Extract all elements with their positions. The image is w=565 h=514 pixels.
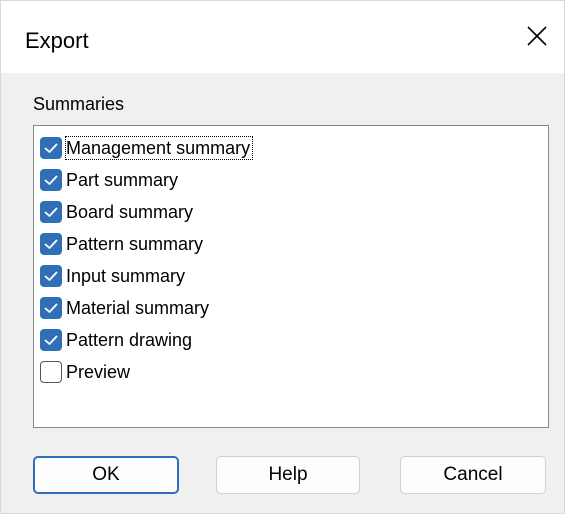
- checkbox[interactable]: [40, 265, 62, 287]
- list-item-label: Pattern summary: [66, 234, 204, 254]
- list-item-part-summary[interactable]: Part summary: [40, 165, 180, 195]
- cancel-button[interactable]: Cancel: [400, 456, 546, 494]
- list-item-label: Part summary: [66, 170, 179, 190]
- checkbox[interactable]: [40, 137, 62, 159]
- list-item-label: Input summary: [66, 266, 186, 286]
- list-item-label: Management summary: [64, 136, 254, 160]
- list-item-pattern-drawing[interactable]: Pattern drawing: [40, 325, 194, 355]
- ok-button[interactable]: OK: [33, 456, 179, 494]
- checkbox[interactable]: [40, 233, 62, 255]
- list-item-input-summary[interactable]: Input summary: [40, 261, 187, 291]
- list-item-label: Preview: [66, 362, 131, 382]
- checkbox[interactable]: [40, 329, 62, 351]
- list-item-pattern-summary[interactable]: Pattern summary: [40, 229, 205, 259]
- title-bar: Export: [1, 1, 564, 73]
- close-icon[interactable]: [524, 23, 550, 49]
- export-dialog: Export Summaries Management summary Part…: [0, 0, 565, 514]
- list-item-board-summary[interactable]: Board summary: [40, 197, 195, 227]
- dialog-title: Export: [25, 28, 89, 53]
- list-item-label: Board summary: [66, 202, 194, 222]
- list-item-material-summary[interactable]: Material summary: [40, 293, 211, 323]
- list-item-label: Material summary: [66, 298, 210, 318]
- checkbox[interactable]: [40, 201, 62, 223]
- list-item-management-summary[interactable]: Management summary: [40, 133, 254, 163]
- summaries-listbox[interactable]: Management summary Part summary Board su…: [33, 125, 549, 428]
- help-button[interactable]: Help: [216, 456, 360, 494]
- list-item-preview[interactable]: Preview: [40, 357, 132, 387]
- list-item-label: Pattern drawing: [66, 330, 193, 350]
- checkbox[interactable]: [40, 169, 62, 191]
- checkbox[interactable]: [40, 297, 62, 319]
- checkbox[interactable]: [40, 361, 62, 383]
- summaries-label: Summaries: [33, 94, 125, 114]
